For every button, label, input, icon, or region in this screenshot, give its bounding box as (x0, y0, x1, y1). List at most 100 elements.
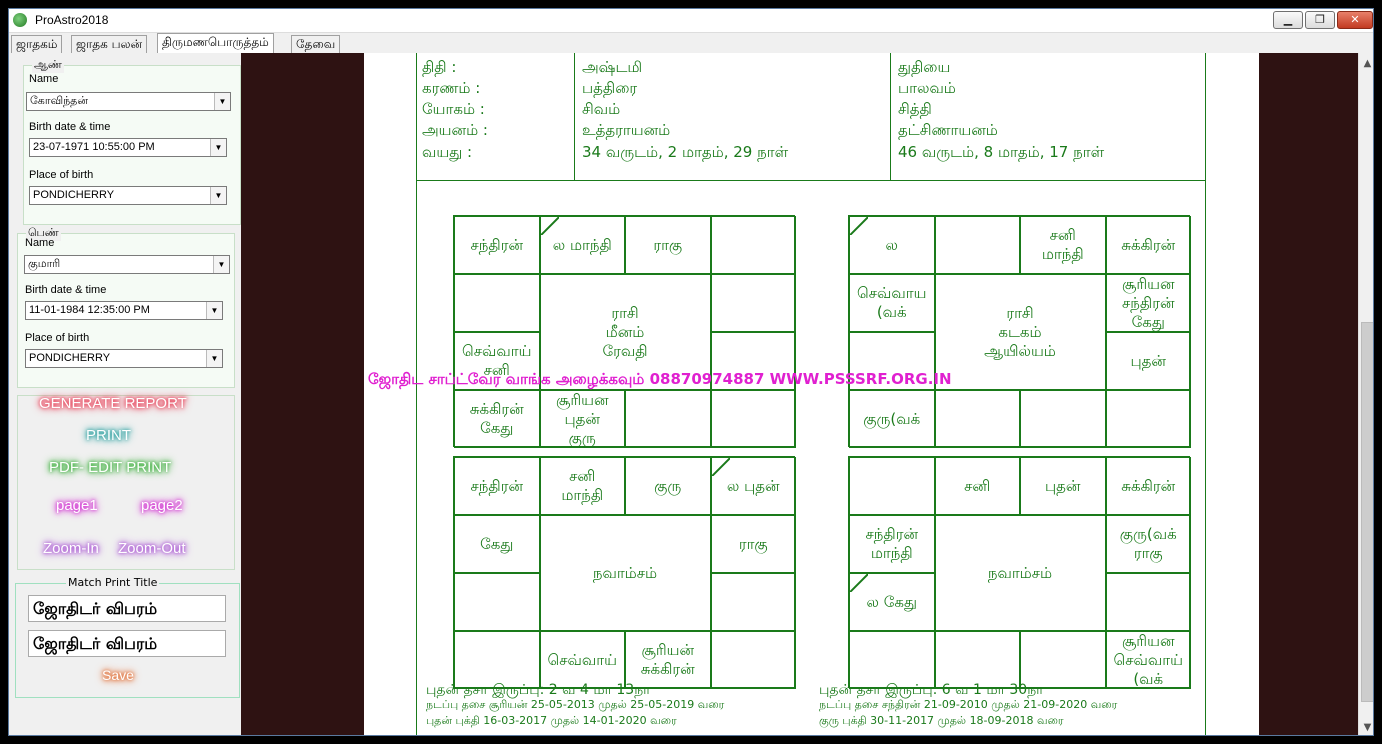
chart-house-planets: சனி (964, 476, 991, 495)
generate-report-button[interactable]: GENERATE REPORT (39, 395, 187, 412)
zoom-out-button[interactable]: Zoom-Out (118, 540, 186, 557)
male-birth-value: 23-07-1971 10:55:00 PM (33, 141, 155, 153)
chart-house: ல கேது (849, 573, 935, 631)
chart-house-planets: ல மாந்தி (552, 235, 612, 254)
print-title-input-1[interactable]: ஜோதிடர் விபரம் (28, 595, 226, 622)
chart-house: ராகு (710, 515, 796, 573)
chart-house: புதன் (1105, 332, 1191, 390)
male-name-select[interactable]: கோவிந்தன் ▼ (26, 92, 231, 111)
label-vayathu: வயது : (422, 143, 473, 161)
chart-house (625, 390, 711, 448)
chart-house: சூரியன் சுக்கிரன் (625, 631, 711, 689)
print-button[interactable]: PRINT (86, 427, 131, 444)
chart-house: சூரியன செவ்வாய் (வக் (1105, 631, 1191, 689)
chart-house (934, 631, 1020, 689)
chart-house-planets: சனி மாந்தி (1041, 226, 1084, 263)
close-button[interactable]: ✕ (1337, 11, 1373, 29)
tab-jathagam[interactable]: ஜாதகம் (11, 35, 63, 53)
pdf-edit-print-button[interactable]: PDF- EDIT PRINT (49, 459, 171, 476)
chevron-down-icon[interactable]: ▼ (210, 187, 226, 204)
chevron-down-icon[interactable]: ▼ (210, 139, 226, 156)
vertical-scrollbar[interactable]: ▲ ▼ (1358, 53, 1373, 735)
chart-house: கேது (454, 515, 540, 573)
male-place-select[interactable]: PONDICHERRY ▼ (29, 186, 227, 205)
chart-house: ல (849, 216, 935, 274)
left-panel: ஆண் Name கோவிந்தன் ▼ Birth date & time 23… (9, 53, 241, 735)
male-current-bhukti: புதன் புக்தி 16-03-2017 முதல் 14-01-2020… (426, 714, 677, 727)
scroll-up-icon[interactable]: ▲ (1359, 55, 1373, 72)
chart-house (454, 274, 540, 332)
chart-house (454, 573, 540, 631)
chart-center: நவாம்சம் (539, 515, 711, 631)
label-karanam: கரணம் : (422, 79, 481, 97)
label-ayanam: அயனம் : (422, 121, 488, 139)
lagna-marker (541, 217, 559, 235)
chart-house: ராகு (625, 216, 711, 274)
print-title-input-2[interactable]: ஜோதிடர் விபரம் (28, 630, 226, 657)
female-ayanam: தட்சிணாயனம் (898, 121, 998, 139)
chart-house: சந்திரன் (454, 457, 540, 515)
chart-house-planets: குரு (654, 476, 682, 495)
title-bar: ProAstro2018 ▁ ❐ ✕ (9, 9, 1373, 33)
chevron-down-icon[interactable]: ▼ (206, 302, 222, 319)
app-window: ProAstro2018 ▁ ❐ ✕ ஜாதகம் ஜாதக பலன் திரு… (8, 8, 1374, 736)
chart-center-label: ராசி (611, 303, 639, 322)
chart-house: ல புதன் (710, 457, 796, 515)
chart-center-label: நவாம்சம் (592, 563, 658, 582)
male-thithi: அஷ்டமி (582, 58, 643, 76)
chart-center-label: ராசி (1006, 303, 1034, 322)
chart-house-planets: செவ்வாய (வக் (857, 284, 927, 321)
chart-house: சூரியன சந்திரன் கேது (1105, 274, 1191, 332)
chart-house: சனி மாந்தி (1020, 216, 1106, 274)
chart-house-planets: ல கேது (866, 592, 917, 611)
female-name-select[interactable]: குமாரி ▼ (24, 255, 230, 274)
zoom-in-button[interactable]: Zoom-In (43, 540, 99, 557)
chart-house-planets: சுக்கிரன் (1121, 476, 1176, 495)
tab-jathaga-palan[interactable]: ஜாதக பலன் (71, 35, 148, 53)
save-button[interactable]: Save (102, 667, 134, 683)
female-current-bhukti: குரு புக்தி 30-11-2017 முதல் 18-09-2018 … (819, 714, 1064, 727)
chart-house-planets: சந்திரன் (470, 235, 523, 254)
chevron-down-icon[interactable]: ▼ (214, 93, 230, 110)
chart-house-planets: சூரியன சந்திரன் கேது (1121, 274, 1175, 331)
female-birth-picker[interactable]: 11-01-1984 12:35:00 PM ▼ (25, 301, 223, 320)
details-divider (574, 53, 575, 181)
female-place-label: Place of birth (25, 332, 90, 344)
chevron-down-icon[interactable]: ▼ (213, 256, 229, 273)
male-yogam: சிவம் (582, 100, 621, 118)
chart-house-planets: சனி மாந்தி (561, 467, 604, 504)
chart-center-label: மீனம் (605, 322, 645, 341)
chart-house-planets: சந்திரன் (470, 476, 523, 495)
chart-house (710, 274, 796, 332)
tab-marriage-match[interactable]: திருமணபொருத்தம் (157, 33, 274, 53)
female-navamsa-chart: சனி புதன் சுக்கிரன் குரு(வக் ராகு சூரியன செவ… (848, 456, 1191, 689)
tab-bar: ஜாதகம் ஜாதக பலன் திருமணபொருத்தம் தேவை (9, 33, 1373, 53)
chart-house (454, 631, 540, 689)
male-name-value: கோவிந்தன் (30, 95, 88, 107)
chart-house-planets: ராகு (653, 235, 683, 254)
chart-center: நவாம்சம் (934, 515, 1106, 631)
female-place-select[interactable]: PONDICHERRY ▼ (25, 349, 223, 368)
female-name-label: Name (25, 237, 55, 249)
chart-house (849, 457, 935, 515)
minimize-button[interactable]: ▁ (1273, 11, 1303, 29)
chart-house (849, 631, 935, 689)
chart-house-planets: ல (885, 235, 898, 254)
chevron-down-icon[interactable]: ▼ (206, 350, 222, 367)
scroll-thumb[interactable] (1361, 322, 1373, 702)
watermark-text: ஜோதிட சாப்ட்வேர வாங்க அழைக்கவும் 0887097… (368, 370, 952, 388)
tab-thevai[interactable]: தேவை (291, 35, 341, 53)
viewer-margin-right (1259, 53, 1358, 735)
female-thithi: துதியை (898, 58, 951, 76)
male-birth-picker[interactable]: 23-07-1971 10:55:00 PM ▼ (29, 138, 227, 157)
chart-house: குரு(வக் ராகு (1105, 515, 1191, 573)
label-thithi: திதி : (422, 58, 457, 76)
restore-button[interactable]: ❐ (1305, 11, 1335, 29)
scroll-down-icon[interactable]: ▼ (1359, 719, 1373, 735)
page2-button[interactable]: page2 (141, 497, 183, 514)
page1-button[interactable]: page1 (56, 497, 98, 514)
chart-house: சந்திரன் மாந்தி (849, 515, 935, 573)
female-yogam: சித்தி (898, 100, 932, 118)
chart-house-planets: ராகு (738, 534, 768, 553)
chart-house (710, 390, 796, 448)
